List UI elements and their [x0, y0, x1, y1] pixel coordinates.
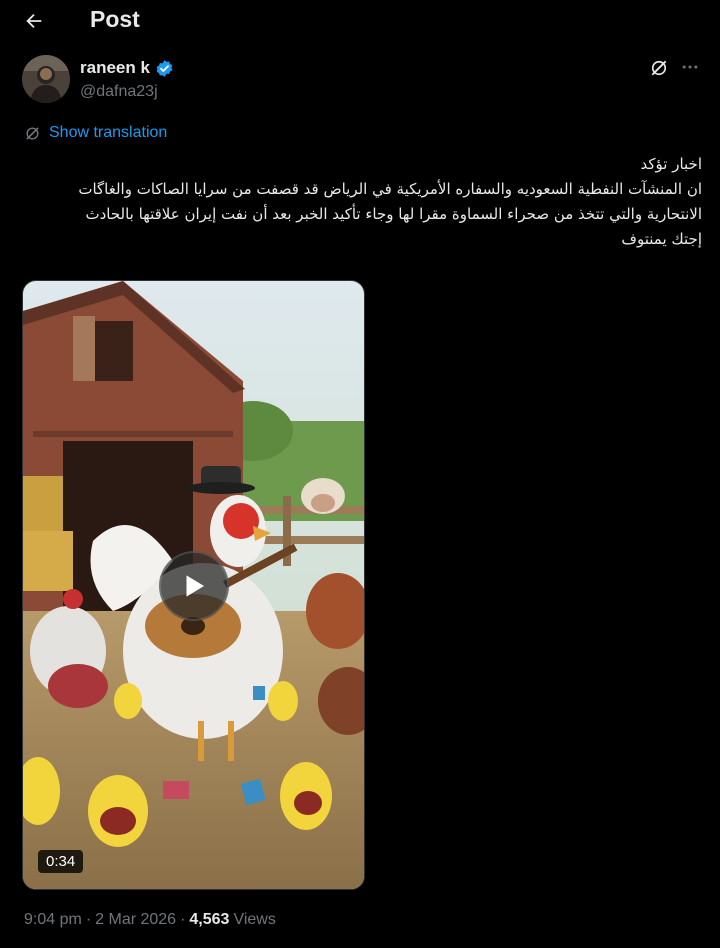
post-meta: 9:04 pm · 2 Mar 2026 · 4,563 Views [24, 911, 276, 929]
author-name[interactable]: raneen k [80, 58, 174, 78]
post-text-line: إجتك يمنتوف [621, 230, 702, 248]
page-title: Post [90, 6, 140, 32]
post-text-line: اخبار تؤكد [640, 155, 703, 173]
views-count: 4,563 [189, 911, 230, 928]
post-text: اخبار تؤكد ان المنشآت النفطية السعوديه و… [22, 152, 702, 252]
post-date[interactable]: 2 Mar 2026 [95, 911, 176, 929]
views-label: Views [233, 911, 276, 928]
post-text-line: ان المنشآت النفطية السعوديه والسفاره الأ… [78, 180, 702, 198]
show-translation-label: Show translation [49, 124, 168, 141]
arrow-left-icon [26, 13, 42, 29]
verified-badge-icon [155, 59, 174, 78]
author-handle[interactable]: @dafna23j [80, 83, 158, 101]
translate-icon [26, 126, 39, 140]
post-author: raneen k @dafna23j [22, 55, 702, 105]
grok-icon [651, 60, 667, 76]
meta-separator: · [85, 911, 92, 928]
author-name-text: raneen k [80, 58, 150, 77]
more-icon [682, 65, 698, 69]
video-player[interactable]: 0:34 [22, 280, 365, 890]
grok-button[interactable] [648, 57, 670, 79]
post-header: Post [0, 0, 720, 42]
meta-separator: · [180, 911, 186, 928]
avatar[interactable] [22, 55, 70, 103]
post-text-line: الانتحارية والتي تتخذ من صحراء السماوة م… [85, 205, 702, 223]
play-icon [186, 575, 204, 597]
show-translation-link[interactable]: Show translation [24, 124, 167, 142]
post-time[interactable]: 9:04 pm [24, 911, 82, 929]
more-button[interactable] [678, 55, 702, 79]
back-button[interactable] [18, 6, 50, 36]
play-button[interactable] [159, 551, 229, 621]
video-duration: 0:34 [38, 850, 84, 873]
